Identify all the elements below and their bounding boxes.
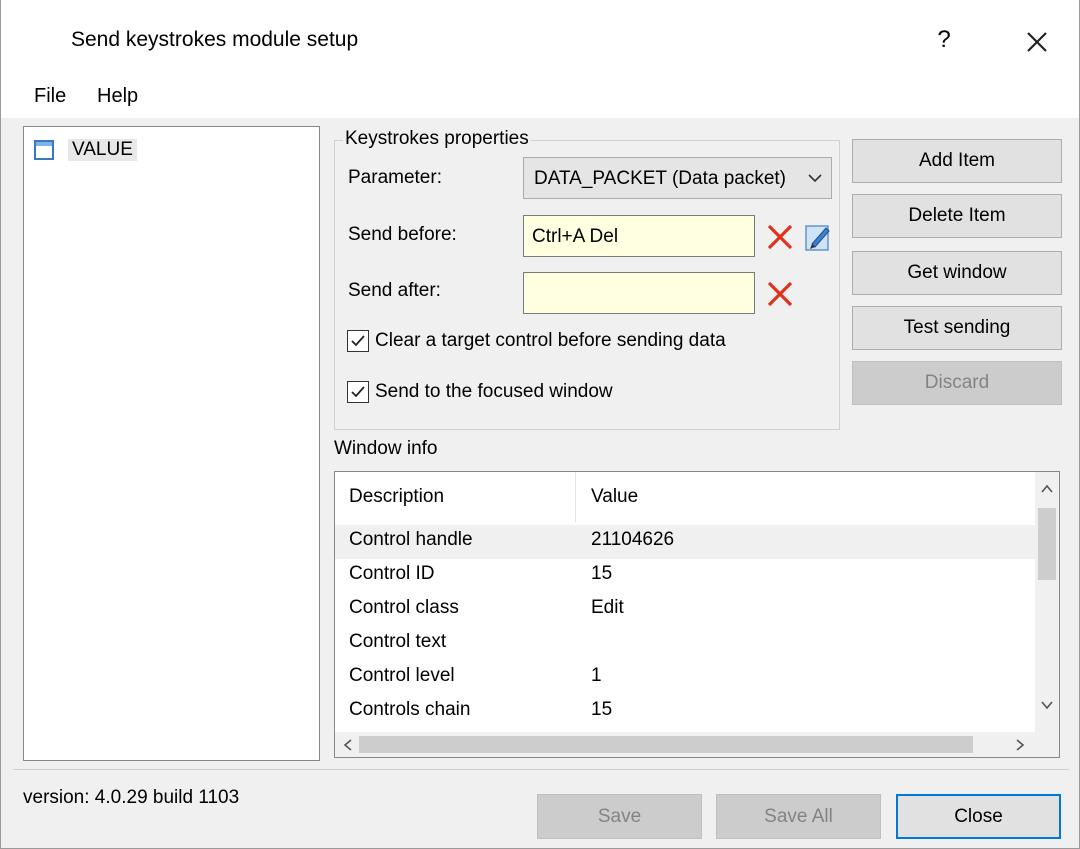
parameter-value: DATA_PACKET (Data packet): [534, 168, 787, 189]
delete-item-button[interactable]: Delete Item: [852, 194, 1062, 238]
add-item-button[interactable]: Add Item: [852, 139, 1062, 183]
send-before-value: Ctrl+A Del: [532, 226, 619, 247]
row-description: Control class: [349, 597, 459, 618]
row-value: 15: [591, 563, 613, 584]
horizontal-scroll-thumb[interactable]: [359, 736, 973, 753]
table-row[interactable]: Control class Edit: [335, 593, 1035, 627]
column-header-value[interactable]: Value: [591, 486, 638, 508]
dialog-window: Send keystrokes module setup ? File Help…: [0, 0, 1080, 849]
list-header: Description Value: [335, 472, 1035, 522]
vertical-scrollbar[interactable]: [1035, 472, 1059, 732]
table-row[interactable]: Control ID 15: [335, 559, 1035, 593]
vertical-scroll-thumb[interactable]: [1038, 508, 1056, 580]
row-description: Controls chain: [349, 699, 471, 720]
chevron-down-icon: [805, 168, 825, 188]
menu-file[interactable]: File: [34, 85, 66, 108]
row-value: 1: [591, 665, 602, 686]
row-description: Control level: [349, 665, 455, 686]
row-description: Control handle: [349, 529, 473, 550]
row-value: 21104626: [591, 529, 675, 550]
table-row[interactable]: Control text: [335, 627, 1035, 661]
tree-item-value[interactable]: VALUE: [34, 135, 137, 165]
scroll-corner: [1035, 732, 1059, 757]
scroll-up-icon[interactable]: [1038, 480, 1056, 498]
clear-send-before-icon[interactable]: [763, 220, 797, 254]
table-row[interactable]: Control handle 21104626: [335, 525, 1035, 559]
status-divider: [13, 769, 1069, 770]
save-all-button[interactable]: Save All: [716, 794, 881, 839]
clear-target-checkbox-row[interactable]: Clear a target control before sending da…: [347, 330, 726, 352]
save-button[interactable]: Save: [537, 794, 702, 839]
help-button[interactable]: ?: [929, 20, 959, 60]
tree-item-label: VALUE: [68, 139, 137, 161]
column-header-description[interactable]: Description: [349, 486, 444, 508]
clear-target-label: Clear a target control before sending da…: [375, 330, 726, 351]
parameter-combo[interactable]: DATA_PACKET (Data packet): [523, 157, 832, 199]
version-text: version: 4.0.29 build 1103: [23, 787, 240, 808]
row-description: Control ID: [349, 563, 435, 584]
send-before-label: Send before:: [348, 224, 457, 245]
horizontal-scrollbar[interactable]: [335, 732, 1035, 757]
discard-button[interactable]: Discard: [852, 361, 1062, 405]
send-before-input[interactable]: Ctrl+A Del: [523, 215, 755, 257]
clear-target-checkbox[interactable]: [347, 330, 369, 352]
send-focused-checkbox-row[interactable]: Send to the focused window: [347, 381, 613, 403]
scroll-down-icon[interactable]: [1038, 696, 1056, 714]
get-window-button[interactable]: Get window: [852, 251, 1062, 295]
row-description: Control text: [349, 631, 447, 652]
column-separator[interactable]: [575, 472, 576, 522]
send-focused-label: Send to the focused window: [375, 381, 613, 402]
group-title: Keystrokes properties: [343, 128, 531, 150]
table-row[interactable]: Controls chain 15: [335, 695, 1035, 729]
scroll-left-icon[interactable]: [339, 736, 357, 754]
close-button[interactable]: Close: [896, 794, 1061, 839]
send-after-input[interactable]: [523, 272, 755, 314]
test-sending-button[interactable]: Test sending: [852, 306, 1062, 350]
title-bar: Send keystrokes module setup ?: [1, 0, 1079, 82]
parameter-label: Parameter:: [348, 167, 442, 188]
window-info-label: Window info: [334, 438, 438, 459]
row-value: Edit: [591, 597, 624, 618]
edit-pencil-icon[interactable]: [804, 222, 832, 252]
window-info-list[interactable]: Description Value Control handle 2110462…: [334, 471, 1060, 758]
send-after-label: Send after:: [348, 280, 441, 301]
table-row[interactable]: Control level 1: [335, 661, 1035, 695]
window-title: Send keystrokes module setup: [71, 28, 359, 51]
menu-help[interactable]: Help: [97, 85, 138, 108]
window-icon: [34, 140, 54, 160]
scroll-right-icon[interactable]: [1011, 736, 1029, 754]
item-tree[interactable]: VALUE: [23, 126, 320, 761]
row-value: 15: [591, 699, 613, 720]
send-focused-checkbox[interactable]: [347, 381, 369, 403]
menu-bar: File Help: [1, 82, 1079, 118]
close-icon[interactable]: [1017, 22, 1057, 62]
clear-send-after-icon[interactable]: [763, 277, 797, 311]
